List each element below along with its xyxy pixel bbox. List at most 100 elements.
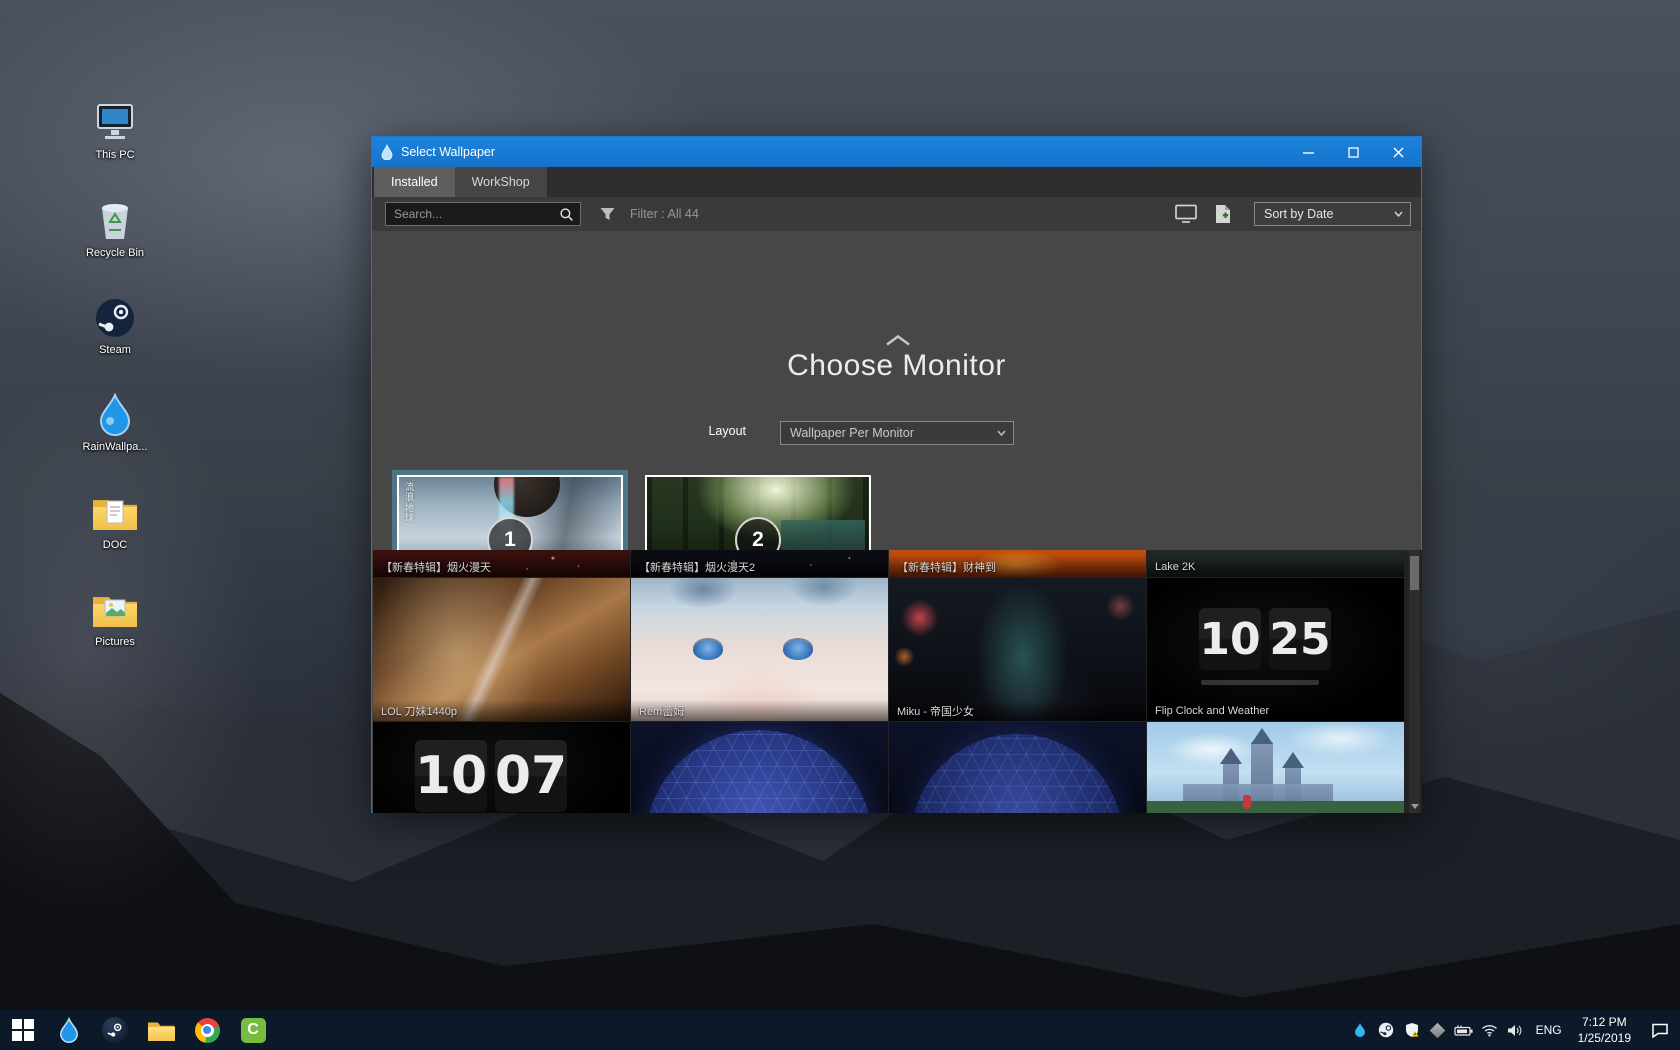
window-title: Select Wallpaper [401, 145, 495, 159]
flip-clock-hours: 10 [1199, 608, 1261, 670]
wallpaper-tile[interactable]: LOL 刀妹1440p [373, 578, 630, 721]
art-layer [783, 640, 813, 660]
search-icon[interactable] [559, 207, 574, 222]
start-button[interactable] [0, 1010, 46, 1050]
art-logo-text: 流浪地球 [405, 482, 419, 523]
action-center-button[interactable] [1640, 1010, 1680, 1050]
scroll-down-arrow-icon [1411, 804, 1419, 809]
wallpaper-tile[interactable]: 【新春特辑】财神到 [889, 550, 1146, 577]
toolbar: Filter : All 44 Sort by Date [372, 197, 1421, 231]
wallpaper-title: Lake 2K [1147, 556, 1404, 577]
tab-label: WorkShop [472, 175, 530, 189]
collapse-chevron-up-icon[interactable] [885, 335, 911, 346]
wallpaper-title: 【新春特辑】财神到 [889, 556, 1146, 577]
wallpaper-title: Flip Clock and Weather [1147, 700, 1404, 721]
language-indicator[interactable]: ENG [1529, 1023, 1569, 1037]
wifi-icon [1481, 1024, 1498, 1037]
close-icon [1393, 147, 1404, 158]
desktop-icon-steam[interactable]: Steam [76, 295, 154, 357]
file-explorer-icon [148, 1020, 175, 1041]
wallpaper-tile[interactable]: 10 07 [373, 722, 630, 813]
filter-funnel-icon[interactable] [599, 206, 616, 222]
minimize-button[interactable] [1286, 137, 1331, 167]
desktop-icon-pictures[interactable]: Pictures [76, 587, 154, 649]
maximize-button[interactable] [1331, 137, 1376, 167]
search-box [385, 202, 581, 226]
tab-workshop[interactable]: WorkShop [455, 167, 547, 197]
search-input[interactable] [386, 207, 559, 221]
battery-plug-icon [1454, 1024, 1474, 1037]
tray-diamond-icon[interactable] [1425, 1010, 1451, 1050]
scrollbar-thumb[interactable] [1410, 556, 1419, 590]
display-mode-icon[interactable] [1174, 204, 1198, 224]
desktop-icon-label: Recycle Bin [76, 247, 154, 260]
wallpaper-tile[interactable] [889, 722, 1146, 813]
taskbar-steam-button[interactable] [92, 1010, 138, 1050]
desktop-icon-this-pc[interactable]: This PC [76, 100, 154, 162]
tab-label: Installed [391, 175, 438, 189]
wallpaper-tile[interactable] [1147, 722, 1404, 813]
raindrop-icon [76, 392, 154, 438]
scroll-down-button[interactable] [1409, 799, 1420, 813]
window-controls [1286, 137, 1421, 167]
folder-pictures-icon [76, 587, 154, 633]
chevron-down-icon [1394, 211, 1403, 217]
minimize-icon [1303, 147, 1314, 158]
wallpaper-tile[interactable]: Lake 2K [1147, 550, 1404, 577]
wallpaper-tile[interactable] [631, 722, 888, 813]
wallpaper-tile[interactable]: Rem蕾姆 [631, 578, 888, 721]
grid-scrollbar[interactable] [1409, 550, 1420, 813]
app-droplet-icon [381, 144, 393, 160]
wallpaper-tile[interactable]: Miku - 帝国少女 [889, 578, 1146, 721]
desktop-icon-label: DOC [76, 539, 154, 552]
raindrop-icon [1354, 1022, 1366, 1038]
wallpaper-title: 【新春特辑】烟火漫天 [373, 556, 630, 577]
tray-rainwallpaper-icon[interactable] [1347, 1010, 1373, 1050]
layout-select-value: Wallpaper Per Monitor [790, 426, 914, 440]
window-titlebar[interactable]: Select Wallpaper [372, 137, 1421, 167]
chevron-down-icon [997, 430, 1006, 436]
maximize-icon [1348, 147, 1359, 158]
tray-volume-icon[interactable] [1503, 1010, 1529, 1050]
taskbar-rainwallpaper-button[interactable] [46, 1010, 92, 1050]
shield-warning-icon [1404, 1022, 1420, 1038]
geodesic-sphere-art [645, 730, 873, 813]
camtasia-letter: C [247, 1021, 259, 1039]
flip-clock-minutes: 25 [1269, 608, 1331, 670]
tray-battery-icon[interactable] [1451, 1010, 1477, 1050]
sort-select[interactable]: Sort by Date [1254, 202, 1411, 226]
flip-clock-hours: 10 [415, 740, 487, 812]
desktop-icon-recycle-bin[interactable]: Recycle Bin [76, 198, 154, 260]
castle-art [1282, 752, 1304, 768]
tab-installed[interactable]: Installed [374, 167, 455, 197]
tray-defender-icon[interactable] [1399, 1010, 1425, 1050]
layout-select[interactable]: Wallpaper Per Monitor [780, 421, 1014, 445]
art-layer [693, 640, 723, 660]
taskbar-file-explorer-button[interactable] [138, 1010, 184, 1050]
taskbar-clock[interactable]: 7:12 PM 1/25/2019 [1569, 1014, 1640, 1046]
recycle-bin-icon [76, 198, 154, 244]
desktop-icon-rainwallpaper[interactable]: RainWallpa... [76, 392, 154, 454]
desktop-icon-label: This PC [76, 149, 154, 162]
diamond-icon [1430, 1022, 1446, 1038]
tray-wifi-icon[interactable] [1477, 1010, 1503, 1050]
taskbar-camtasia-button[interactable]: C [230, 1010, 276, 1050]
desktop-icon-label: Steam [76, 344, 154, 357]
weather-text-blur [1201, 680, 1319, 685]
add-wallpaper-icon[interactable] [1214, 204, 1232, 224]
wallpaper-tile[interactable]: 【新春特辑】烟火漫天2 [631, 550, 888, 577]
geodesic-sphere-art [911, 734, 1123, 813]
close-button[interactable] [1376, 137, 1421, 167]
taskbar-time: 7:12 PM [1578, 1014, 1631, 1030]
wallpaper-title: LOL 刀妹1440p [373, 700, 630, 721]
wallpaper-grid: 【新春特辑】烟火漫天 【新春特辑】烟火漫天2 【新春特辑】财神到 Lake 2K… [373, 550, 1422, 813]
castle-art [1251, 728, 1273, 744]
wallpaper-tile[interactable]: 【新春特辑】烟火漫天 [373, 550, 630, 577]
desktop-icon-doc[interactable]: DOC [76, 490, 154, 552]
taskbar-chrome-button[interactable] [184, 1010, 230, 1050]
wallpaper-tile[interactable]: 10 25 Flip Clock and Weather [1147, 578, 1404, 721]
desktop: This PC Recycle Bin Steam [0, 0, 1680, 1050]
castle-art [1220, 748, 1242, 764]
tray-steam-icon[interactable] [1373, 1010, 1399, 1050]
select-wallpaper-window: Select Wallpaper [371, 136, 1422, 813]
